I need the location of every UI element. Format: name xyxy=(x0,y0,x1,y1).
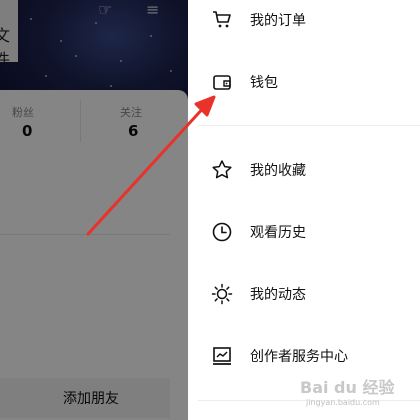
menu-item-moments[interactable]: 我的动态 xyxy=(188,274,420,314)
menu-label-creator-center: 创作者服务中心 xyxy=(250,349,348,365)
menu-label-favorites: 我的收藏 xyxy=(250,163,306,179)
side-drawer: 我的订单 钱包 我的收藏 观看历史 我的动态 创作者服务中心 xyxy=(188,0,420,420)
menu-item-history[interactable]: 观看历史 xyxy=(188,212,420,252)
menu-label-orders: 我的订单 xyxy=(250,13,306,29)
menu-separator xyxy=(198,125,420,126)
sun-icon xyxy=(210,282,234,306)
wallet-icon xyxy=(210,70,234,94)
menu-label-wallet: 钱包 xyxy=(250,75,278,91)
menu-label-history: 观看历史 xyxy=(250,225,306,241)
watermark-sub: jingyan.baidu.com xyxy=(306,398,380,407)
drawer-overlay[interactable] xyxy=(0,0,188,420)
menu-item-favorites[interactable]: 我的收藏 xyxy=(188,150,420,190)
watermark-text: Bai du 经验 xyxy=(300,378,395,397)
profile-background: 文件 ☞ ≡ 粉丝 0 关注 6 添加朋友 xyxy=(0,0,188,420)
menu-item-orders[interactable]: 我的订单 xyxy=(188,0,420,40)
cart-icon xyxy=(210,8,234,32)
chart-icon xyxy=(210,344,234,368)
menu-item-creator-center[interactable]: 创作者服务中心 xyxy=(188,336,420,376)
clock-icon xyxy=(210,220,234,244)
menu-label-moments: 我的动态 xyxy=(250,287,306,303)
watermark: Bai du 经验 jingyan.baidu.com xyxy=(300,372,410,414)
star-icon xyxy=(210,158,234,182)
menu-item-wallet[interactable]: 钱包 xyxy=(188,62,420,102)
